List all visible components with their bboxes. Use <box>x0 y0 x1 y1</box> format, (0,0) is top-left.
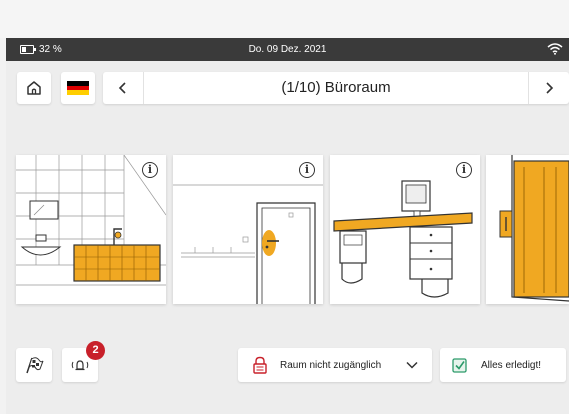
room-card-door[interactable]: i <box>173 155 323 304</box>
room-inaccessible-dropdown[interactable]: Raum nicht zugänglich <box>238 348 432 382</box>
room-card-bathroom[interactable]: i <box>16 155 166 304</box>
info-icon[interactable]: i <box>456 162 472 178</box>
cabinet-illustration <box>499 155 569 302</box>
checklist-icon <box>452 358 467 373</box>
chevron-left-icon <box>118 82 126 94</box>
all-done-button[interactable]: Alles erledigt! <box>440 348 566 382</box>
info-icon[interactable]: i <box>299 162 315 178</box>
room-card-desk[interactable]: i <box>330 155 480 304</box>
door-illustration <box>173 184 323 304</box>
lock-icon <box>253 356 267 374</box>
info-icon[interactable]: i <box>142 162 158 178</box>
language-button[interactable] <box>61 72 95 104</box>
room-title: (1/10) Büroraum <box>281 79 391 96</box>
chevron-down-icon <box>406 361 418 369</box>
status-date: Do. 09 Dez. 2021 <box>248 44 327 55</box>
finish-inspection-button[interactable] <box>16 348 52 382</box>
all-done-label: Alles erledigt! <box>481 359 542 371</box>
home-icon <box>27 81 41 95</box>
checkered-flag-icon <box>26 357 44 374</box>
wifi-icon <box>547 43 563 55</box>
chevron-right-icon <box>546 82 554 94</box>
app-screen: (1/10) Büroraum i i i 2 Raum nicht zugän… <box>6 61 569 414</box>
notification-badge: 2 <box>86 341 105 360</box>
flag-germany-icon <box>67 81 89 96</box>
bathroom-illustration <box>16 155 166 286</box>
previous-room-button[interactable] <box>103 72 144 104</box>
next-room-button[interactable] <box>528 72 569 104</box>
status-bar: 32 % Do. 09 Dez. 2021 <box>6 38 569 61</box>
room-navigation: (1/10) Büroraum <box>103 72 569 104</box>
desk-illustration <box>333 180 473 298</box>
room-card-cabinet[interactable] <box>486 155 569 304</box>
alarm-bell-icon <box>71 360 89 371</box>
room-inaccessible-label: Raum nicht zugänglich <box>280 359 382 371</box>
home-button[interactable] <box>17 72 51 104</box>
top-band <box>0 0 569 38</box>
